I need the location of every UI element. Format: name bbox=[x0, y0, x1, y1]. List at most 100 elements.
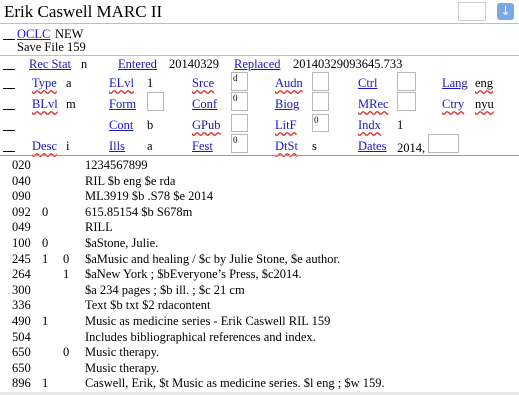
field-value[interactable]: Includes bibliographical references and … bbox=[85, 330, 316, 345]
field-tag[interactable]: 092 bbox=[12, 205, 31, 220]
field-tag[interactable]: 100 bbox=[12, 236, 31, 251]
cont-label[interactable]: Cont bbox=[109, 118, 133, 132]
entered-label[interactable]: Entered bbox=[118, 57, 157, 71]
litf-value[interactable]: 0 bbox=[312, 114, 329, 132]
elvl-value[interactable]: 1 bbox=[147, 76, 153, 90]
field-value[interactable]: $aStone, Julie. bbox=[85, 236, 158, 251]
field-indicator-1[interactable]: 0 bbox=[42, 236, 48, 251]
biog-label[interactable]: Biog bbox=[275, 97, 299, 111]
field-tag[interactable]: 896 bbox=[12, 376, 31, 391]
audn-value[interactable] bbox=[312, 72, 329, 91]
litf-label[interactable]: LitF bbox=[275, 118, 297, 132]
ctrl-value[interactable] bbox=[397, 72, 416, 91]
conf-label[interactable]: Conf bbox=[192, 97, 217, 111]
blvl-label[interactable]: BLvl bbox=[32, 97, 58, 111]
field-row[interactable]: 336 Text $b txt $2 rdacontent bbox=[0, 298, 519, 313]
audn-label[interactable]: Audn bbox=[275, 76, 303, 90]
field-value[interactable]: Caswell, Erik, $t Music as medicine seri… bbox=[85, 376, 385, 391]
field-indicator-1[interactable]: 0 bbox=[42, 205, 48, 220]
type-label[interactable]: Type bbox=[32, 76, 57, 90]
field-indicator-2[interactable]: 1 bbox=[63, 267, 69, 282]
field-row[interactable]: 300 $a 234 pages ; $b ill. ; $c 21 cm bbox=[0, 283, 519, 298]
field-row[interactable]: 092 0 615.85154 $b S678m bbox=[0, 205, 519, 220]
field-tag[interactable]: 650 bbox=[12, 345, 31, 360]
field-indicator-1[interactable]: 1 bbox=[42, 376, 48, 391]
indx-value[interactable]: 1 bbox=[397, 118, 403, 132]
desc-label[interactable]: Desc bbox=[32, 139, 57, 153]
field-value[interactable]: RILL bbox=[85, 220, 113, 235]
field-value[interactable]: Music therapy. bbox=[85, 361, 159, 376]
srce-label[interactable]: Srce bbox=[192, 76, 214, 90]
oclc-label[interactable]: OCLC bbox=[17, 27, 50, 41]
gpub-value[interactable] bbox=[231, 114, 248, 132]
ills-value[interactable]: a bbox=[147, 139, 153, 153]
form-value[interactable] bbox=[147, 92, 164, 111]
field-tag[interactable]: 090 bbox=[12, 189, 31, 204]
srce-value[interactable]: d bbox=[231, 72, 248, 91]
field-indicator-2[interactable]: 0 bbox=[63, 252, 69, 267]
field-row[interactable]: 650 Music therapy. bbox=[0, 361, 519, 376]
field-row[interactable]: 020 1234567899 bbox=[0, 158, 519, 173]
field-row[interactable]: 504 Includes bibliographical references a… bbox=[0, 330, 519, 345]
type-value[interactable]: a bbox=[66, 76, 72, 90]
field-value[interactable]: 1234567899 bbox=[85, 158, 148, 173]
field-row[interactable]: 100 0 $aStone, Julie. bbox=[0, 236, 519, 251]
field-row[interactable]: 650 0 Music therapy. bbox=[0, 345, 519, 360]
dropdown-arrow-icon[interactable]: ↓ bbox=[497, 3, 514, 20]
ctry-label[interactable]: Ctry bbox=[442, 97, 464, 111]
ctrl-label[interactable]: Ctrl bbox=[358, 76, 377, 90]
dtst-value[interactable]: s bbox=[312, 139, 317, 153]
field-tag[interactable]: 300 bbox=[12, 283, 31, 298]
cont-value[interactable]: b bbox=[147, 118, 153, 132]
field-tag[interactable]: 650 bbox=[12, 361, 31, 376]
gpub-label[interactable]: GPub bbox=[192, 118, 220, 132]
field-row[interactable]: 049 RILL bbox=[0, 220, 519, 235]
fest-value[interactable]: 0 bbox=[231, 134, 248, 153]
field-tag[interactable]: 049 bbox=[12, 220, 31, 235]
desc-value[interactable]: i bbox=[66, 139, 69, 153]
entered-value[interactable]: 20140329 bbox=[169, 57, 219, 71]
field-tag[interactable]: 336 bbox=[12, 298, 31, 313]
blvl-value[interactable]: m bbox=[66, 97, 76, 111]
field-row[interactable]: 040 RIL $b eng $e rda bbox=[0, 174, 519, 189]
field-row[interactable]: 896 1 Caswell, Erik, $t Music as medicine … bbox=[0, 376, 519, 391]
field-value[interactable]: ML3919 $b .S78 $e 2014 bbox=[85, 189, 213, 204]
field-row[interactable]: 245 1 0 $aMusic and healing / $c by Julie S… bbox=[0, 252, 519, 267]
field-tag[interactable]: 490 bbox=[12, 314, 31, 329]
field-tag[interactable]: 245 bbox=[12, 252, 31, 267]
ctry-value[interactable]: nyu bbox=[475, 97, 494, 111]
field-value[interactable]: 615.85154 $b S678m bbox=[85, 205, 192, 220]
field-value[interactable]: Music therapy. bbox=[85, 345, 159, 360]
field-tag[interactable]: 020 bbox=[12, 158, 31, 173]
field-row[interactable]: 264 1 $aNew York ; $bEveryone’s Press, $c2… bbox=[0, 267, 519, 282]
field-value[interactable]: $aNew York ; $bEveryone’s Press, $c2014. bbox=[85, 267, 302, 282]
dates-value[interactable]: 2014, bbox=[397, 141, 425, 155]
biog-value[interactable] bbox=[312, 92, 329, 111]
form-label[interactable]: Form bbox=[109, 97, 136, 111]
rec-stat-value[interactable]: n bbox=[81, 57, 87, 71]
dtst-label[interactable]: DtSt bbox=[275, 139, 298, 153]
elvl-label[interactable]: ELvl bbox=[109, 76, 134, 90]
field-indicator-2[interactable]: 0 bbox=[63, 345, 69, 360]
field-value[interactable]: RIL $b eng $e rda bbox=[85, 174, 175, 189]
ills-label[interactable]: Ills bbox=[109, 139, 125, 153]
conf-value[interactable]: 0 bbox=[231, 92, 248, 111]
field-indicator-1[interactable]: 1 bbox=[42, 252, 48, 267]
indx-label[interactable]: Indx bbox=[358, 118, 381, 132]
field-row[interactable]: 490 1 Music as medicine series - Erik Casw… bbox=[0, 314, 519, 329]
field-row[interactable]: 090 ML3919 $b .S78 $e 2014 bbox=[0, 189, 519, 204]
replaced-value[interactable]: 20140329093645.733 bbox=[293, 57, 402, 71]
dates-label[interactable]: Dates bbox=[358, 139, 386, 153]
mrec-value[interactable] bbox=[397, 92, 416, 111]
field-tag[interactable]: 264 bbox=[12, 267, 31, 282]
field-indicator-1[interactable]: 1 bbox=[42, 314, 48, 329]
lang-value[interactable]: eng bbox=[475, 76, 493, 90]
field-value[interactable]: $a 234 pages ; $b ill. ; $c 21 cm bbox=[85, 283, 245, 298]
rec-stat-label[interactable]: Rec Stat bbox=[29, 57, 71, 71]
field-value[interactable]: Text $b txt $2 rdacontent bbox=[85, 298, 210, 313]
field-tag[interactable]: 040 bbox=[12, 174, 31, 189]
field-value[interactable]: $aMusic and healing / $c by Julie Stone,… bbox=[85, 252, 340, 267]
fest-label[interactable]: Fest bbox=[192, 139, 213, 153]
field-value[interactable]: Music as medicine series - Erik Caswell … bbox=[85, 314, 330, 329]
dates-second-box[interactable] bbox=[428, 134, 459, 153]
